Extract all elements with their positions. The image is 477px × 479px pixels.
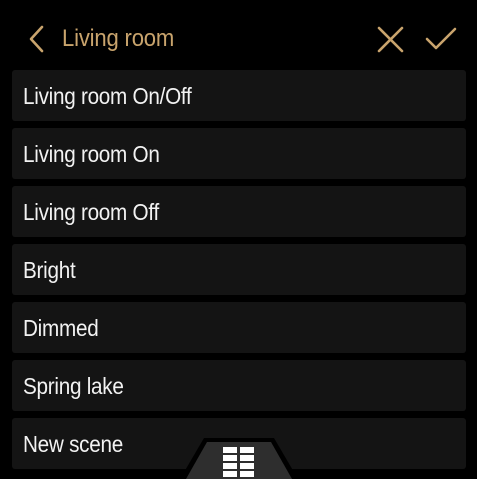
scene-item-spring-lake[interactable]: Spring lake xyxy=(12,360,466,411)
check-icon[interactable] xyxy=(423,24,459,56)
grid-menu-icon xyxy=(223,447,255,477)
scene-item-dimmed[interactable]: Dimmed xyxy=(12,302,466,353)
scene-label: Spring lake xyxy=(23,373,124,399)
scene-label: Bright xyxy=(23,257,76,283)
scene-item-living-room-on-off[interactable]: Living room On/Off xyxy=(12,70,466,121)
close-icon[interactable] xyxy=(374,24,406,56)
scene-item-bright[interactable]: Bright xyxy=(12,244,466,295)
scene-item-living-room-off[interactable]: Living room Off xyxy=(12,186,466,237)
chevron-left-icon[interactable] xyxy=(26,24,50,54)
scene-label: New scene xyxy=(23,431,123,457)
scene-item-living-room-on[interactable]: Living room On xyxy=(12,128,466,179)
header-bar: Living room xyxy=(0,0,477,66)
scene-label: Living room Off xyxy=(23,199,159,225)
bottom-menu-tab[interactable] xyxy=(180,436,298,479)
scene-label: Dimmed xyxy=(23,315,99,341)
page-title: Living room xyxy=(62,25,175,52)
scene-label: Living room On xyxy=(23,141,160,167)
scene-label: Living room On/Off xyxy=(23,83,192,109)
